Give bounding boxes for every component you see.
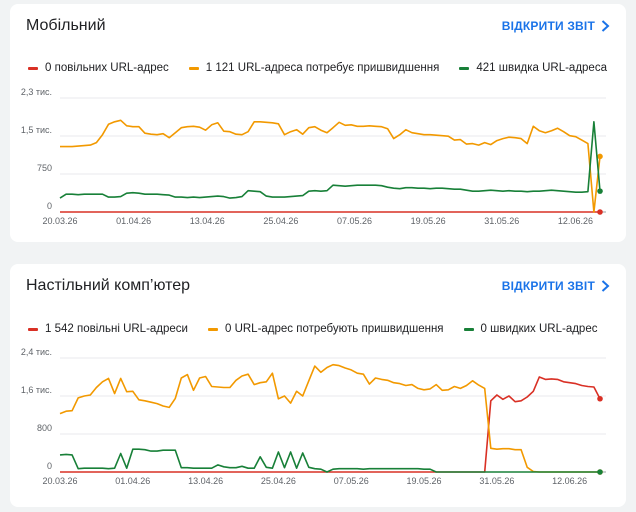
desktop-x-tick-label: 19.05.26 <box>407 476 442 486</box>
desktop-y-tick-label: 0 <box>47 461 52 471</box>
mobile-x-tick-label: 25.04.26 <box>263 216 298 226</box>
desktop-legend-slow-label: 1 542 повільні URL-адреси <box>45 323 188 335</box>
mobile-x-tick-label: 01.04.26 <box>116 216 151 226</box>
desktop-open-report-link[interactable]: ВІДКРИТИ ЗВІТ <box>502 279 610 293</box>
desktop-open-report-label: ВІДКРИТИ ЗВІТ <box>501 279 595 293</box>
desktop-x-tick-label: 07.05.26 <box>334 476 369 486</box>
mobile-y-tick-label: 2,3 тис. <box>21 87 52 97</box>
desktop-x-tick-label: 13.04.26 <box>188 476 223 486</box>
desktop-card-header: Настільний комп’ютер ВІДКРИТИ ЗВІТ <box>26 264 610 308</box>
mobile-series-endpoint-0 <box>597 209 603 215</box>
desktop-legend-improve-label: 0 URL-адрес потребують пришвидшення <box>224 323 444 335</box>
mobile-legend-improve[interactable]: 1 121 URL-адреса потребує пришвидшення <box>188 62 440 74</box>
mobile-series-line-2 <box>59 120 601 199</box>
desktop-x-tick-label: 31.05.26 <box>479 476 514 486</box>
mobile-card: Мобільний ВІДКРИТИ ЗВІТ 0 повільних URL-… <box>10 4 626 242</box>
mobile-x-tick-label: 19.05.26 <box>411 216 446 226</box>
mobile-legend-fast[interactable]: 421 швидка URL-адреса <box>459 62 607 74</box>
mobile-y-tick-label: 0 <box>47 201 52 211</box>
desktop-x-tick-label: 12.06.26 <box>552 476 587 486</box>
mobile-x-tick-label: 07.05.26 <box>337 216 372 226</box>
mobile-legend-slow[interactable]: 0 повільних URL-адрес <box>28 62 169 74</box>
mobile-card-title: Мобільний <box>26 17 106 34</box>
mobile-series-endpoint-1 <box>597 153 603 160</box>
desktop-series-endpoint-2 <box>597 469 603 475</box>
desktop-legend: 1 542 повільні URL-адреси 0 URL-адрес по… <box>28 320 597 338</box>
mobile-open-report-label: ВІДКРИТИ ЗВІТ <box>501 19 595 33</box>
mobile-y-tick-label: 1,5 тис. <box>21 125 52 135</box>
desktop-y-tick-label: 2,4 тис. <box>21 347 52 357</box>
desktop-card-title: Настільний комп’ютер <box>26 277 191 294</box>
desktop-series-line-1 <box>59 363 600 473</box>
mobile-chart: 0 750 1,5 тис. 2,3 тис. 20.03.26 01.04.26 13.0… <box>21 87 606 226</box>
mobile-legend-fast-label: 421 швидка URL-адреса <box>476 62 607 74</box>
desktop-legend-fast[interactable]: 0 швидких URL-адрес <box>463 323 598 335</box>
desktop-legend-fast-label: 0 швидких URL-адрес <box>480 323 598 335</box>
mobile-legend-slow-label: 0 повільних URL-адрес <box>45 62 169 74</box>
mobile-series-line-1 <box>60 119 601 213</box>
mobile-x-tick-label: 31.05.26 <box>484 216 519 226</box>
desktop-y-tick-label: 800 <box>37 423 52 433</box>
desktop-series-line-2 <box>59 448 600 473</box>
mobile-open-report-link[interactable]: ВІДКРИТИ ЗВІТ <box>502 19 610 33</box>
mobile-x-tick-label: 20.03.26 <box>42 216 77 226</box>
fast-series-swatch <box>463 327 474 331</box>
chevron-right-icon <box>601 280 610 292</box>
desktop-legend-improve[interactable]: 0 URL-адрес потребують пришвидшення <box>207 323 444 335</box>
desktop-card: Настільний комп’ютер ВІДКРИТИ ЗВІТ 1 542… <box>10 264 626 507</box>
fast-series-swatch <box>459 66 470 70</box>
mobile-legend: 0 повільних URL-адрес 1 121 URL-адреса п… <box>28 59 607 77</box>
mobile-x-tick-label: 12.06.26 <box>558 216 593 226</box>
mobile-x-tick-label: 13.04.26 <box>190 216 225 226</box>
mobile-y-tick-label: 750 <box>37 163 52 173</box>
desktop-y-tick-label: 1,6 тис. <box>21 385 52 395</box>
improve-series-swatch <box>207 327 218 331</box>
desktop-x-tick-label: 20.03.26 <box>42 476 77 486</box>
mobile-legend-improve-label: 1 121 URL-адреса потребує пришвидшення <box>205 62 440 74</box>
desktop-x-tick-label: 25.04.26 <box>261 476 296 486</box>
slow-series-swatch <box>28 327 38 331</box>
slow-series-swatch <box>28 66 38 70</box>
desktop-legend-slow[interactable]: 1 542 повільні URL-адреси <box>28 323 188 335</box>
mobile-card-header: Мобільний ВІДКРИТИ ЗВІТ <box>26 4 610 48</box>
desktop-chart: 0 800 1,6 тис. 2,4 тис. 20.03.26 01.04.26 13.0… <box>21 347 606 486</box>
improve-series-swatch <box>188 66 199 70</box>
desktop-series-endpoint-0 <box>597 395 603 402</box>
mobile-series-endpoint-2 <box>597 188 603 194</box>
desktop-x-tick-label: 01.04.26 <box>115 476 150 486</box>
desktop-series-line-0 <box>60 376 601 473</box>
chevron-right-icon <box>601 20 610 32</box>
